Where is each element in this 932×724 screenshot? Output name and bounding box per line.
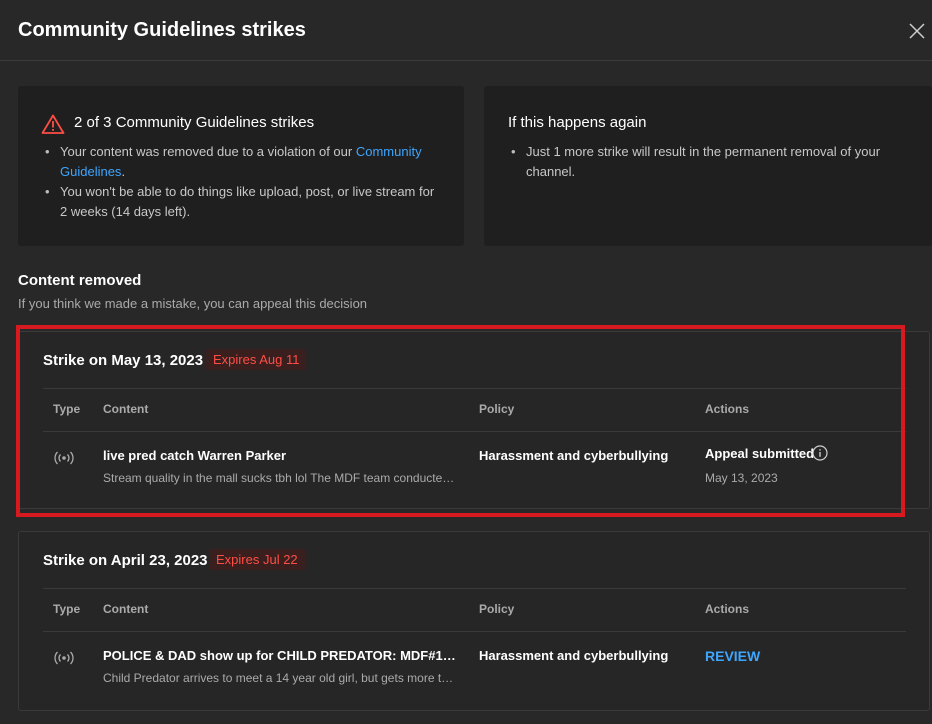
- column-type: Type: [53, 402, 81, 416]
- expires-badge: Expires Aug 11: [206, 349, 307, 370]
- appeal-status: Appeal submitted: [705, 446, 815, 461]
- dialog-title: Community Guidelines strikes: [18, 19, 306, 41]
- column-content: Content: [103, 602, 149, 616]
- info-icon[interactable]: [812, 445, 828, 461]
- summary-bullet-restriction: You won't be able to do things like uplo…: [42, 182, 442, 222]
- table-row: POLICE & DAD show up for CHILD PREDATOR:…: [43, 630, 906, 706]
- close-icon[interactable]: [905, 19, 929, 43]
- column-policy: Policy: [479, 602, 515, 616]
- review-button[interactable]: REVIEW: [705, 648, 760, 664]
- content-title[interactable]: live pred catch Warren Parker: [103, 448, 458, 463]
- table-header: Type Content Policy Actions: [43, 588, 906, 632]
- content-removed-title: Content removed: [18, 272, 142, 289]
- dialog-header: Community Guidelines strikes: [0, 0, 932, 61]
- strike-date: Strike on April 23, 2023: [43, 552, 208, 569]
- summary-bullets: Your content was removed due to a violat…: [42, 142, 442, 222]
- content-description: Stream quality in the mall sucks tbh lol…: [103, 471, 458, 485]
- column-actions: Actions: [705, 402, 750, 416]
- live-stream-icon: [54, 451, 74, 465]
- appeal-date: May 13, 2023: [705, 471, 778, 485]
- again-bullet: Just 1 more strike will result in the pe…: [508, 142, 892, 182]
- table-row: live pred catch Warren Parker Stream qua…: [43, 430, 906, 506]
- if-happens-again-heading: If this happens again: [508, 114, 647, 131]
- policy-name: Harassment and cyberbullying: [479, 448, 669, 463]
- column-content: Content: [103, 402, 149, 416]
- strike-card: Strike on April 23, 2023 Expires Jul 22 …: [18, 531, 930, 711]
- strike-summary-card: 2 of 3 Community Guidelines strikes Your…: [18, 86, 464, 246]
- expires-badge: Expires Jul 22: [209, 549, 305, 570]
- strike-date: Strike on May 13, 2023: [43, 352, 204, 369]
- column-policy: Policy: [479, 402, 515, 416]
- again-bullets: Just 1 more strike will result in the pe…: [508, 142, 892, 182]
- summary-bullet-removed: Your content was removed due to a violat…: [42, 142, 442, 182]
- table-header: Type Content Policy Actions: [43, 388, 906, 432]
- strike-card: Strike on May 13, 2023 Expires Aug 11 Ty…: [18, 331, 930, 509]
- column-actions: Actions: [705, 602, 750, 616]
- content-title[interactable]: POLICE & DAD show up for CHILD PREDATOR:…: [103, 648, 458, 663]
- if-happens-again-card: If this happens again Just 1 more strike…: [484, 86, 932, 246]
- content-description: Child Predator arrives to meet a 14 year…: [103, 671, 458, 685]
- content-removed-subtitle: If you think we made a mistake, you can …: [18, 296, 368, 311]
- live-stream-icon: [54, 651, 74, 665]
- warning-icon: [41, 114, 65, 134]
- column-type: Type: [53, 602, 81, 616]
- strike-count-heading: 2 of 3 Community Guidelines strikes: [74, 114, 315, 131]
- policy-name: Harassment and cyberbullying: [479, 648, 669, 663]
